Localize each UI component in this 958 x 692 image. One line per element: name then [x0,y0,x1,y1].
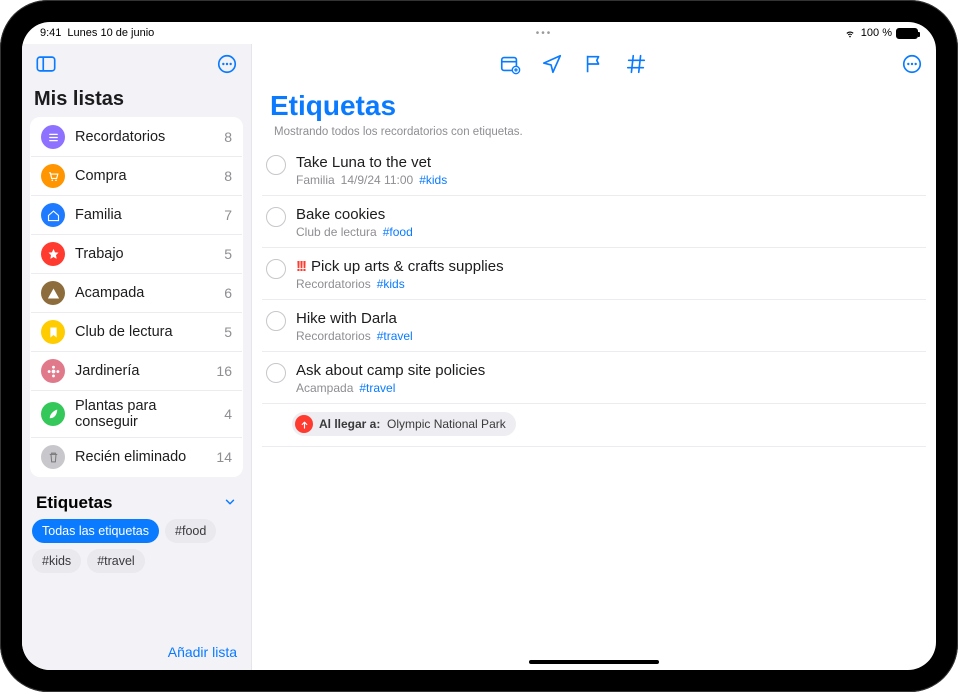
list-icon [41,164,65,188]
list-count: 5 [224,246,232,262]
status-time: 9:41 [40,27,61,39]
reminder-title: Ask about camp site policies [296,362,485,379]
lists-container: Recordatorios 8 Compra 8 Familia 7 Trabajo 5 Aca… [30,117,243,477]
tag-chip[interactable]: #kids [32,549,81,573]
ipad-device: 9:41 Lunes 10 de junio ••• 100 % [0,0,958,692]
list-icon [41,359,65,383]
reminder-row[interactable]: Take Luna to the vet Familia 14/9/24 11:00… [262,144,926,196]
wifi-icon [843,28,857,38]
location-icon[interactable] [538,50,566,78]
reminder-title: Bake cookies [296,206,385,223]
home-indicator[interactable] [529,660,659,664]
list-row[interactable]: Club de lectura 5 [31,313,242,352]
battery-text: 100 % [861,27,892,39]
list-icon [41,125,65,149]
list-name: Recién eliminado [75,449,206,465]
multitask-dots-icon[interactable]: ••• [536,28,553,39]
sidebar-toggle-icon[interactable] [32,50,60,78]
list-count: 8 [224,129,232,145]
list-count: 16 [216,363,232,379]
list-count: 14 [216,449,232,465]
reminder-tag: #travel [377,329,413,343]
reminder-list-label: Recordatorios [296,329,371,343]
reminder-complete-circle[interactable] [266,259,286,279]
list-name: Plantas para conseguir [75,398,214,430]
list-count: 5 [224,324,232,340]
reminder-complete-circle[interactable] [266,363,286,383]
flag-icon[interactable] [580,50,608,78]
tag-chip[interactable]: #travel [87,549,145,573]
location-label: Al llegar a: Olympic National Park [319,417,506,431]
location-badge-icon [295,415,313,433]
reminder-tag: #kids [419,173,447,187]
reminder-tag: #kids [377,277,405,291]
page-title: Etiquetas [270,90,918,122]
status-date: Lunes 10 de junio [67,27,154,39]
main-more-icon[interactable] [898,50,926,78]
list-count: 6 [224,285,232,301]
list-name: Familia [75,207,214,223]
hashtag-icon[interactable] [622,50,650,78]
reminder-title: Hike with Darla [296,310,397,327]
list-row[interactable]: Acampada 6 [31,274,242,313]
reminder-list-label: Familia [296,173,335,187]
list-icon [41,203,65,227]
tag-chip-all[interactable]: Todas las etiquetas [32,519,159,543]
reminder-row[interactable]: Bake cookies Club de lectura #food [262,196,926,248]
reminder-list-label: Club de lectura [296,225,377,239]
reminder-complete-circle[interactable] [266,155,286,175]
reminder-tag: #travel [359,381,395,395]
main-pane: Etiquetas Mostrando todos los recordator… [252,44,936,670]
tags-chip-group: Todas las etiquetas#food #kids#travel [30,519,243,573]
list-row[interactable]: Jardinería 16 [31,352,242,391]
list-icon [41,402,65,426]
add-list-button[interactable]: Añadir lista [168,644,237,660]
list-name: Acampada [75,285,214,301]
calendar-add-icon[interactable] [496,50,524,78]
tags-collapse-chevron-icon[interactable] [223,495,237,512]
reminder-extra: 14/9/24 11:00 [341,173,414,187]
list-count: 8 [224,168,232,184]
location-chip[interactable]: Al llegar a: Olympic National Park [292,412,516,436]
list-count: 7 [224,207,232,223]
tags-header: Etiquetas [36,493,113,513]
page-subtitle: Mostrando todos los recordatorios con et… [274,126,918,138]
list-row[interactable]: Trabajo 5 [31,235,242,274]
list-name: Compra [75,168,214,184]
reminder-row[interactable]: Ask about camp site policies Acampada #tra… [262,352,926,404]
reminder-title: Pick up arts & crafts supplies [311,258,504,275]
reminders-list: Take Luna to the vet Familia 14/9/24 11:00… [252,144,936,447]
list-row[interactable]: Compra 8 [31,157,242,196]
list-name: Recordatorios [75,129,214,145]
tag-chip[interactable]: #food [165,519,216,543]
list-row[interactable]: Plantas para conseguir 4 [31,391,242,438]
list-count: 4 [224,406,232,422]
list-row[interactable]: Recordatorios 8 [31,118,242,157]
reminder-row[interactable]: Hike with Darla Recordatorios #travel [262,300,926,352]
list-row[interactable]: Familia 7 [31,196,242,235]
more-options-icon[interactable] [213,50,241,78]
list-row[interactable]: Recién eliminado 14 [31,438,242,476]
reminder-tag: #food [383,225,413,239]
reminder-title: Take Luna to the vet [296,154,431,171]
my-lists-header: Mis listas [22,84,251,117]
reminder-list-label: Acampada [296,381,353,395]
list-icon [41,445,65,469]
screen: 9:41 Lunes 10 de junio ••• 100 % [22,22,936,670]
list-icon [41,242,65,266]
list-name: Trabajo [75,246,214,262]
battery-icon [896,28,918,39]
list-name: Club de lectura [75,324,214,340]
status-bar: 9:41 Lunes 10 de junio ••• 100 % [22,22,936,44]
reminder-list-label: Recordatorios [296,277,371,291]
reminder-complete-circle[interactable] [266,311,286,331]
list-icon [41,320,65,344]
sidebar: Mis listas Recordatorios 8 Compra 8 Familia 7… [22,44,252,670]
reminder-row[interactable]: !!! Pick up arts & crafts supplies Recorda… [262,248,926,300]
priority-icon: !!! [296,258,305,275]
reminder-complete-circle[interactable] [266,207,286,227]
list-name: Jardinería [75,363,206,379]
list-icon [41,281,65,305]
